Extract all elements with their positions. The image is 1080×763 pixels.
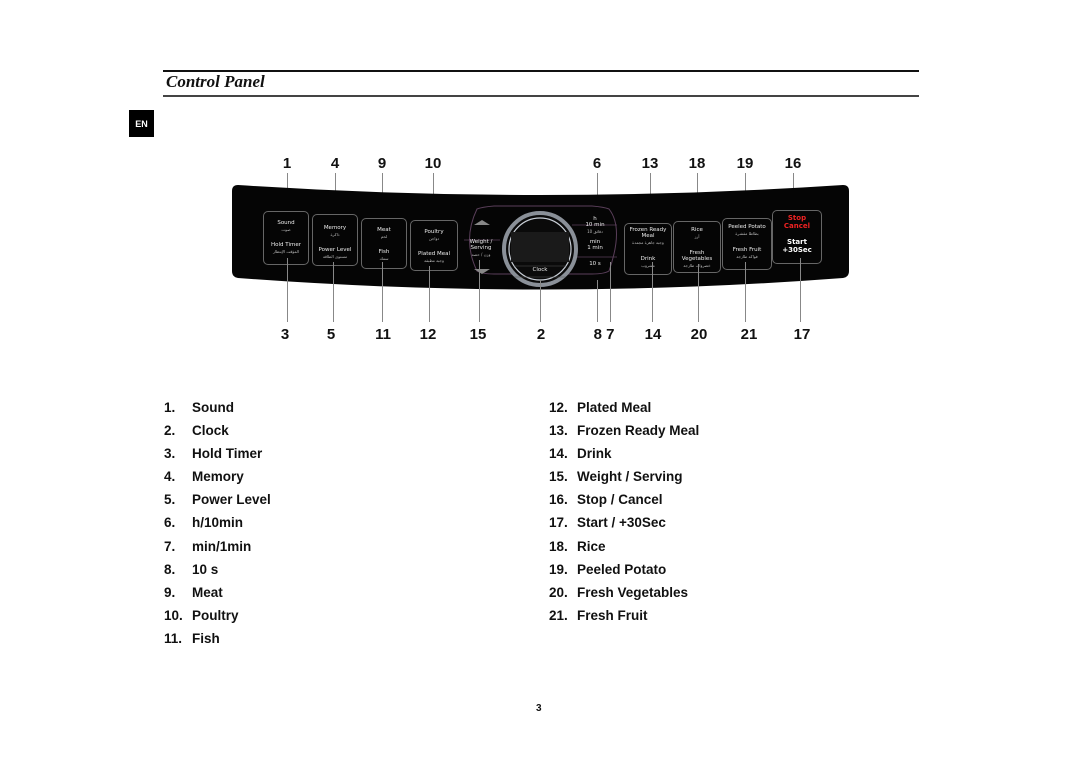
rice-button[interactable]: Rice أرز (674, 227, 720, 239)
h-10min-button[interactable]: h 10 min 10 دقائق (580, 216, 610, 238)
start-30sec-button[interactable]: Start +30Sec (773, 238, 821, 254)
plated-meal-button[interactable]: Plated Meal وجبة مطبقة (411, 251, 457, 263)
page-title: Control Panel (166, 72, 265, 91)
callout-8-7: 8 7 (593, 326, 615, 343)
leader-line (333, 262, 334, 322)
legend-item: 9. Meat (164, 584, 223, 600)
poultry-plated-key: Poultry دواجن Plated Meal وجبة مطبقة (410, 220, 458, 271)
legend-item: 15. Weight / Serving (549, 469, 683, 485)
callout-1: 1 (282, 155, 292, 172)
legend-item: 7. min/1min (164, 538, 252, 554)
frozen-ready-meal-button[interactable]: Frozen Ready Meal وجبة جاهزة مجمدة (625, 227, 671, 245)
legend-item: 4. Memory (164, 469, 244, 485)
callout-5: 5 (326, 326, 336, 343)
legend-item: 19. Peeled Potato (549, 561, 667, 577)
fresh-fruit-button[interactable]: Fresh Fruit فواكه طازجة (723, 247, 771, 259)
meat-button[interactable]: Meat لحم (362, 227, 406, 239)
callout-10: 10 (424, 155, 442, 172)
memory-button[interactable]: Memory ذاكرة (313, 225, 357, 237)
header-rule-bottom (163, 95, 919, 97)
legend-item: 6. h/10min (164, 515, 244, 531)
legend-item: 14. Drink (549, 446, 612, 462)
legend-item: 18. Rice (549, 538, 606, 554)
callout-15: 15 (469, 326, 487, 343)
callout-12: 12 (419, 326, 437, 343)
callout-17: 17 (793, 326, 811, 343)
leader-line (800, 258, 801, 322)
legend-item: 8. 10 s (164, 561, 219, 577)
fish-button[interactable]: Fish سمك (362, 249, 406, 261)
callout-16: 16 (784, 155, 802, 172)
callout-21: 21 (740, 326, 758, 343)
frozen-drink-key: Frozen Ready Meal وجبة جاهزة مجمدة Drink م… (624, 223, 672, 275)
callout-19: 19 (736, 155, 754, 172)
memory-power-key: Memory ذاكرة Power Level مستوى الطاقة (312, 214, 358, 266)
header-rule-top (163, 70, 919, 72)
legend-item: 21. Fresh Fruit (549, 607, 648, 623)
legend-list-left: 1. Sound 2. Clock 3. Hold Timer 4. Memory 5.… (164, 400, 271, 654)
page-number: 3 (536, 703, 542, 714)
callout-11: 11 (375, 326, 391, 343)
stop-cancel-button[interactable]: Stop Cancel (773, 214, 821, 230)
callout-3: 3 (280, 326, 290, 343)
leader-line (652, 262, 653, 322)
legend-list-right: 12. Plated Meal 13. Frozen Ready Meal 14. D… (549, 400, 699, 631)
callout-18: 18 (688, 155, 706, 172)
legend-item: 5. Power Level (164, 492, 271, 508)
fresh-vegetables-button[interactable]: Fresh Vegetables خضروات طازجة (674, 250, 720, 268)
meat-fish-key: Meat لحم Fish سمك (361, 218, 407, 269)
callout-13: 13 (641, 155, 659, 172)
legend-item: 16. Stop / Cancel (549, 492, 663, 508)
callout-14: 14 (644, 326, 662, 343)
callout-6: 6 (592, 155, 602, 172)
callout-2: 2 (536, 326, 546, 343)
potato-fruit-key: Peeled Potato بطاطا مقشرة Fresh Fruit فواك… (722, 218, 772, 270)
sound-button[interactable]: Sound صوت (264, 220, 308, 232)
legend-item: 3. Hold Timer (164, 446, 263, 462)
leader-line (479, 260, 480, 322)
callout-4: 4 (330, 155, 340, 172)
legend-item: 1. Sound (164, 400, 234, 415)
10s-button[interactable]: 10 s (580, 261, 610, 273)
legend-item: 17. Start / +30Sec (549, 515, 666, 531)
sound-holdtimer-key: Sound صوت Hold Timer المؤقت الإنتظار (263, 211, 309, 265)
leader-line (745, 262, 746, 322)
language-tab: EN (129, 110, 154, 137)
peeled-potato-button[interactable]: Peeled Potato بطاطا مقشرة (723, 224, 771, 236)
hold-timer-button[interactable]: Hold Timer المؤقت الإنتظار (264, 242, 308, 254)
poultry-button[interactable]: Poultry دواجن (411, 229, 457, 241)
power-level-button[interactable]: Power Level مستوى الطاقة (313, 247, 357, 259)
drink-button[interactable]: Drink مشروب (625, 256, 671, 268)
leader-line (698, 264, 699, 322)
clock-button[interactable]: Clock (522, 267, 558, 277)
legend-item: 20. Fresh Vegetables (549, 584, 689, 600)
legend-item: 10. Poultry (164, 607, 239, 623)
leader-line (287, 258, 288, 322)
callout-9: 9 (377, 155, 387, 172)
callout-20: 20 (690, 326, 708, 343)
legend-item: 12. Plated Meal (549, 400, 652, 415)
leader-line (429, 266, 430, 322)
control-panel: Sound صوت Hold Timer المؤقت الإنتظار Memor… (232, 183, 849, 293)
rice-veg-key: Rice أرز Fresh Vegetables خضروات طازجة (673, 221, 721, 273)
leader-line (382, 262, 383, 322)
leader-line (597, 280, 598, 322)
leader-line (540, 280, 541, 322)
stop-start-key: Stop Cancel Start +30Sec (772, 210, 822, 264)
legend-item: 13. Frozen Ready Meal (549, 423, 700, 439)
legend-item: 11. Fish (164, 630, 220, 646)
min-1min-button[interactable]: min 1 min (580, 239, 610, 257)
leader-line (610, 262, 611, 322)
weight-serving-button[interactable]: Weight / Serving وزن / حصة (464, 239, 498, 259)
legend-item: 2. Clock (164, 423, 229, 439)
